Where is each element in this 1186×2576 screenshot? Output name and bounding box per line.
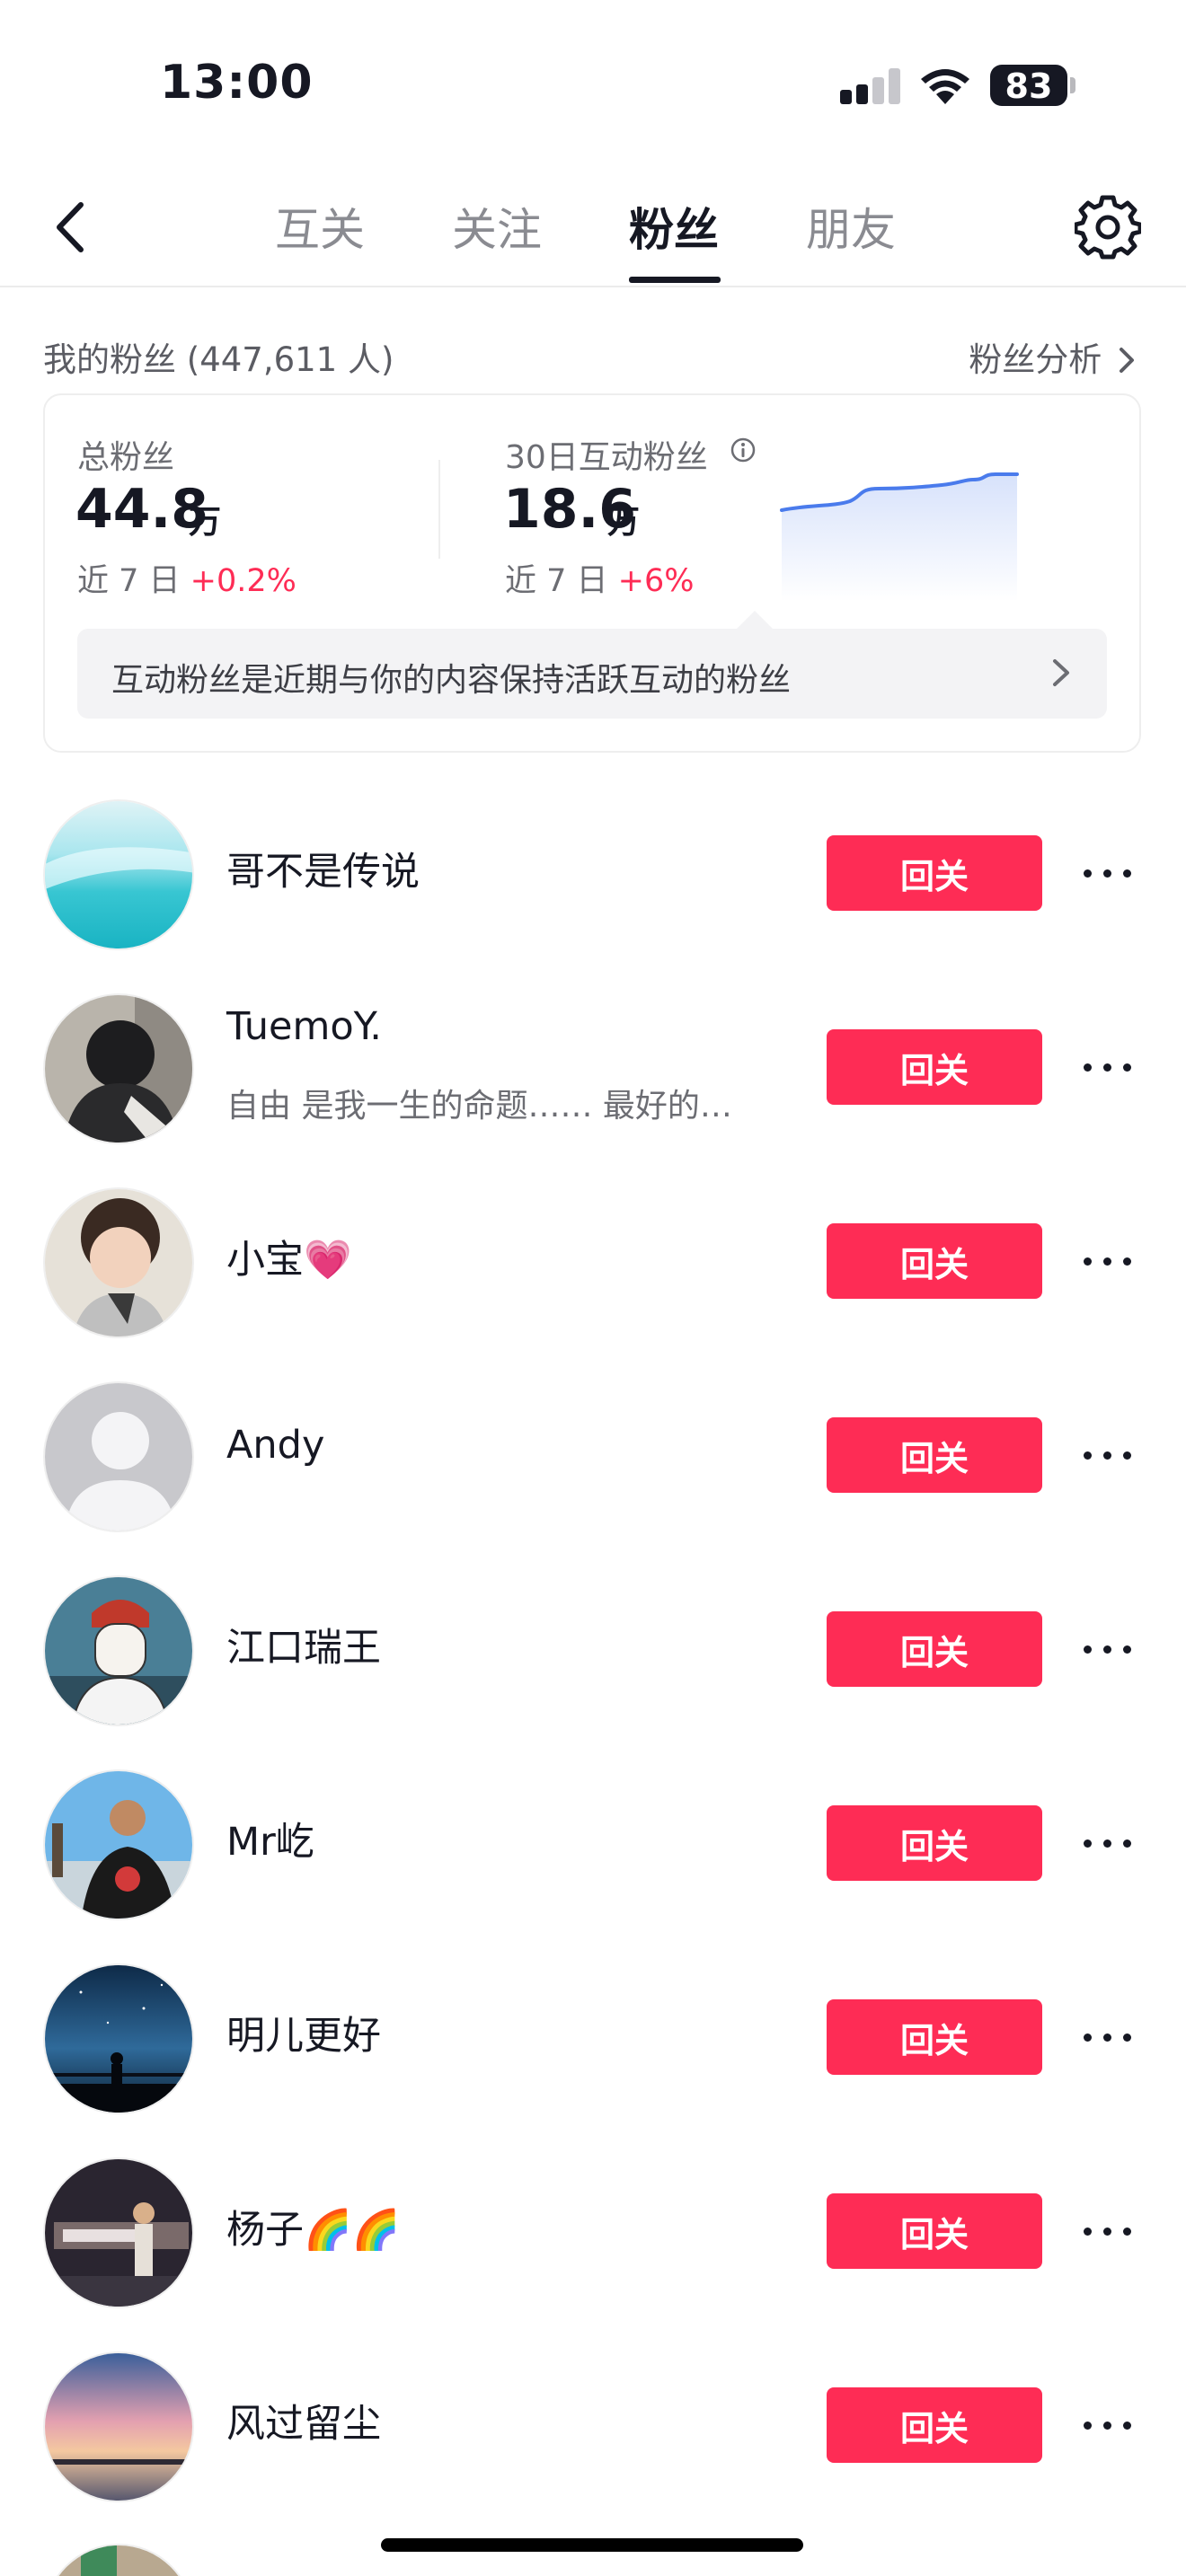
follow-back-button[interactable]: 回关 bbox=[827, 2387, 1042, 2463]
wifi-icon bbox=[921, 69, 969, 104]
cellular-signal-icon bbox=[840, 68, 901, 104]
more-icon[interactable] bbox=[1084, 1825, 1132, 1861]
fan-name[interactable]: Andy bbox=[226, 1423, 324, 1468]
stats-divider bbox=[438, 460, 440, 559]
battery-level: 83 bbox=[1005, 66, 1053, 106]
more-icon[interactable] bbox=[1084, 1243, 1132, 1279]
avatar[interactable] bbox=[43, 799, 194, 950]
fan-row: TuemoY. 自由 是我一生的命题…… 最好的… 回关 bbox=[0, 966, 1186, 1160]
fan-name[interactable]: 小宝💗 bbox=[226, 1229, 352, 1284]
home-indicator bbox=[381, 2538, 803, 2552]
fans-analysis-label: 粉丝分析 bbox=[969, 340, 1102, 379]
more-icon[interactable] bbox=[1084, 1631, 1132, 1667]
more-icon[interactable] bbox=[1084, 2213, 1132, 2249]
fan-row: 哥不是传说 回关 bbox=[0, 772, 1186, 966]
avatar[interactable] bbox=[43, 1575, 194, 1726]
interactive-fans-change-label: 近 7 日 bbox=[505, 563, 608, 599]
more-icon[interactable] bbox=[1084, 2407, 1132, 2443]
follow-back-button[interactable]: 回关 bbox=[827, 1611, 1042, 1687]
follow-back-button[interactable]: 回关 bbox=[827, 1999, 1042, 2075]
chevron-right-icon bbox=[1053, 659, 1069, 686]
tab-fans[interactable]: 粉丝 bbox=[629, 194, 719, 259]
fan-bio: 自由 是我一生的命题…… 最好的… bbox=[226, 1088, 732, 1125]
total-fans-change-value: +0.2% bbox=[190, 563, 296, 599]
follow-back-button[interactable]: 回关 bbox=[827, 2193, 1042, 2269]
interactive-fans-label: 30日互动粉丝 bbox=[505, 439, 708, 476]
status-time: 13:00 bbox=[160, 56, 314, 110]
more-icon[interactable] bbox=[1084, 1437, 1132, 1473]
interactive-fans-change-value: +6% bbox=[617, 563, 695, 599]
fan-name[interactable]: 哥不是传说 bbox=[226, 841, 420, 896]
hint-text: 互动粉丝是近期与你的内容保持活跃互动的粉丝 bbox=[111, 662, 792, 699]
top-nav: 互关 关注 粉丝 朋友 bbox=[0, 171, 1186, 287]
avatar[interactable] bbox=[43, 2544, 194, 2576]
fan-name[interactable]: 杨子🌈🌈 bbox=[226, 2199, 400, 2254]
battery-tip bbox=[1070, 77, 1075, 93]
avatar[interactable] bbox=[43, 2351, 194, 2502]
interactive-fans-sparkline bbox=[780, 472, 1019, 602]
total-fans-change-label: 近 7 日 bbox=[77, 563, 181, 599]
my-fans-label: 我的粉丝 bbox=[43, 340, 176, 379]
chevron-right-icon bbox=[1120, 348, 1134, 373]
follow-back-button[interactable]: 回关 bbox=[827, 1805, 1042, 1881]
fan-row: 杨子🌈🌈 回关 bbox=[0, 2130, 1186, 2325]
follow-back-button[interactable]: 回关 bbox=[827, 1223, 1042, 1299]
fan-row: 江口瑞王 回关 bbox=[0, 1548, 1186, 1742]
avatar[interactable] bbox=[43, 993, 194, 1144]
fans-total-count: (447,611 人) bbox=[186, 340, 394, 379]
fans-analysis-link[interactable]: 粉丝分析 bbox=[969, 332, 1136, 381]
interactive-fans-hint[interactable]: 互动粉丝是近期与你的内容保持活跃互动的粉丝 bbox=[77, 629, 1107, 719]
my-fans-title: 我的粉丝 (447,611 人) bbox=[43, 332, 394, 381]
total-fans-change: 近 7 日 +0.2% bbox=[77, 555, 296, 601]
fan-name[interactable]: Mr屹 bbox=[226, 1811, 314, 1866]
follow-back-button[interactable]: 回关 bbox=[827, 835, 1042, 911]
info-icon[interactable] bbox=[730, 437, 757, 463]
fan-name[interactable]: 明儿更好 bbox=[226, 2005, 381, 2060]
avatar[interactable] bbox=[43, 1963, 194, 2114]
more-icon[interactable] bbox=[1084, 855, 1132, 891]
avatar[interactable] bbox=[43, 1187, 194, 1338]
interactive-fans-unit: 万 bbox=[607, 504, 641, 541]
back-icon[interactable] bbox=[41, 196, 104, 259]
fan-row: 小宝💗 回关 bbox=[0, 1160, 1186, 1354]
fan-name[interactable]: TuemoY. bbox=[226, 1004, 382, 1049]
tab-mutual[interactable]: 互关 bbox=[275, 194, 365, 259]
follow-back-button[interactable]: 回关 bbox=[827, 1029, 1042, 1105]
total-fans-label: 总粉丝 bbox=[77, 439, 175, 476]
fan-name[interactable]: 风过留尘 bbox=[226, 2393, 381, 2448]
tab-friends[interactable]: 朋友 bbox=[806, 194, 896, 259]
avatar[interactable] bbox=[43, 2157, 194, 2308]
battery-icon: 83 bbox=[990, 65, 1067, 106]
avatar[interactable] bbox=[43, 1769, 194, 1920]
status-bar: 13:00 83 bbox=[0, 0, 1186, 171]
hint-pointer bbox=[735, 611, 774, 631]
active-tab-indicator bbox=[629, 277, 721, 283]
default-avatar[interactable] bbox=[43, 1381, 194, 1532]
fans-stats-card: 总粉丝 44.8 万 近 7 日 +0.2% 30日互动粉丝 18.6 万 近 … bbox=[43, 393, 1141, 753]
fan-row: 风过留尘 回关 bbox=[0, 2325, 1186, 2519]
total-fans-unit: 万 bbox=[189, 504, 222, 541]
interactive-fans-change: 近 7 日 +6% bbox=[505, 555, 695, 601]
follow-back-button[interactable]: 回关 bbox=[827, 1417, 1042, 1493]
more-icon[interactable] bbox=[1084, 1049, 1132, 1085]
fan-row: 明儿更好 回关 bbox=[0, 1936, 1186, 2130]
fan-row: Mr屹 回关 bbox=[0, 1742, 1186, 1936]
fan-name[interactable]: 江口瑞王 bbox=[226, 1617, 381, 1672]
tab-following[interactable]: 关注 bbox=[452, 194, 542, 259]
settings-gear-icon[interactable] bbox=[1075, 194, 1141, 260]
fan-row: Andy 回关 bbox=[0, 1354, 1186, 1548]
more-icon[interactable] bbox=[1084, 2019, 1132, 2055]
